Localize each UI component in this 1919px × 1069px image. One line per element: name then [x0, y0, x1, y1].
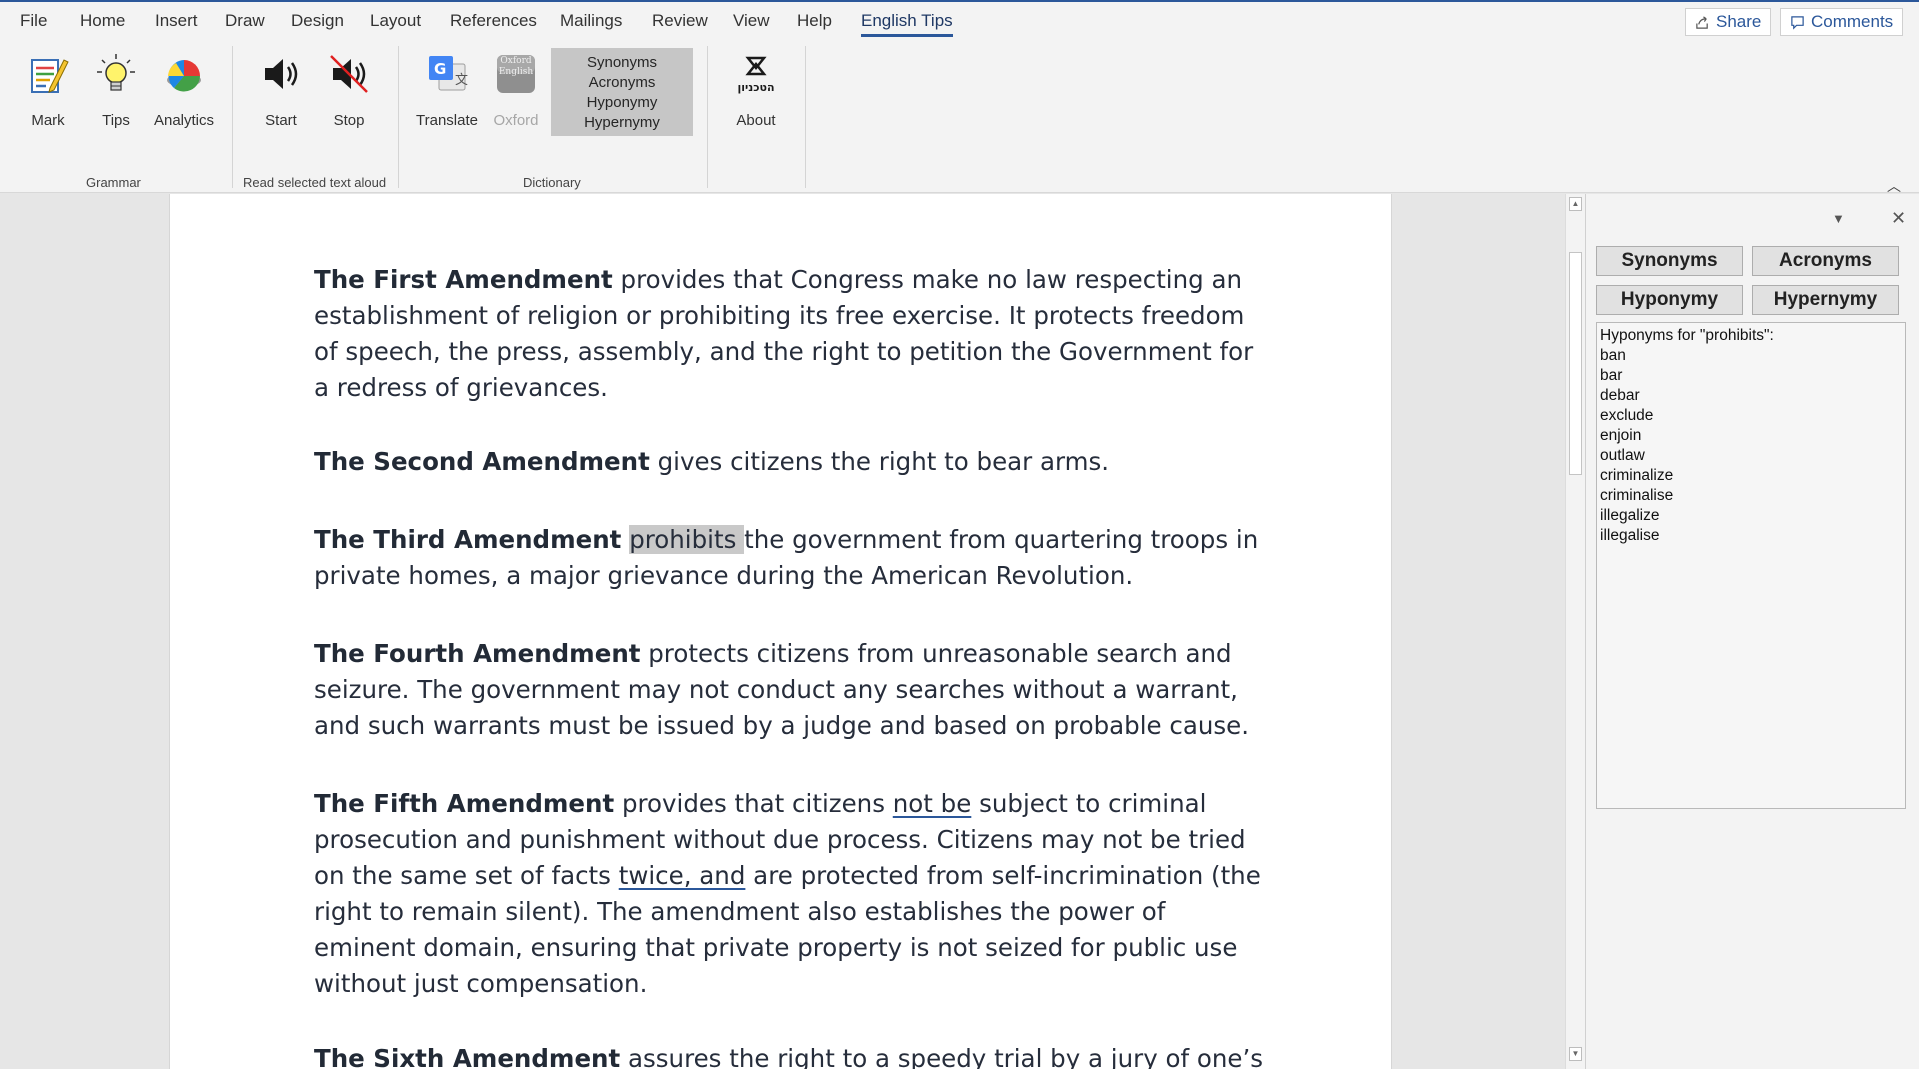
grammar-flag[interactable]: not be	[893, 789, 972, 818]
result-item: exclude	[1600, 407, 1654, 424]
mark-icon	[31, 59, 69, 93]
menu-bar: File Home Insert Draw Design Layout Refe…	[0, 0, 1919, 40]
oxford-icon-text: Oxford English	[498, 56, 534, 77]
svg-text:G: G	[434, 60, 446, 78]
share-label: Share	[1716, 12, 1762, 31]
tab-layout[interactable]: Layout	[370, 11, 421, 31]
result-item: enjoin	[1600, 427, 1642, 444]
tab-draw[interactable]: Draw	[225, 11, 265, 31]
scroll-thumb[interactable]	[1569, 252, 1582, 475]
document-area: The First Amendment provides that Congre…	[0, 194, 1565, 1069]
collapse-ribbon-chevron-icon[interactable]: ︿	[1887, 176, 1901, 196]
acronyms-button[interactable]: Acronyms	[1752, 246, 1899, 276]
stop-label: Stop	[333, 112, 365, 129]
tab-home[interactable]: Home	[80, 11, 125, 31]
scroll-down-arrow-icon[interactable]: ▼	[1569, 1047, 1582, 1061]
comments-label: Comments	[1811, 12, 1894, 31]
paragraph-text: assures the right to a speedy trial by a…	[620, 1044, 1264, 1069]
tab-references[interactable]: References	[450, 11, 537, 31]
oxford-button[interactable]: Oxford English Oxford	[484, 52, 548, 142]
heading-second-amendment: The Second Amendment	[314, 447, 650, 476]
grammar-group-label: Grammar	[86, 175, 141, 190]
lightbulb-icon	[97, 54, 135, 91]
tab-file[interactable]: File	[20, 11, 47, 31]
svg-text:文: 文	[455, 73, 468, 88]
english-tips-pane: ▼ ✕ Synonyms Acronyms Hyponymy Hypernymy…	[1585, 194, 1919, 1069]
comments-button[interactable]: Comments	[1780, 8, 1904, 36]
paragraph-sixth-amendment: The Sixth Amendment assures the right to…	[314, 1041, 1264, 1069]
paragraph-first-amendment: The First Amendment provides that Congre…	[314, 262, 1264, 406]
ribbon: Mark Tips Analytics Grammar Start Stop R…	[0, 40, 1919, 196]
close-pane-icon[interactable]: ✕	[1891, 208, 1906, 229]
heading-third-amendment: The Third Amendment	[314, 525, 622, 554]
synonyms-button[interactable]: Synonyms	[1596, 246, 1743, 276]
result-item: bar	[1600, 367, 1623, 384]
share-button[interactable]: Share	[1685, 8, 1772, 36]
tab-review[interactable]: Review	[652, 11, 708, 31]
tab-english-tips[interactable]: English Tips	[861, 11, 953, 37]
result-item: illegalize	[1600, 507, 1660, 524]
paragraph-fifth-amendment: The Fifth Amendment provides that citize…	[314, 786, 1264, 1002]
pie-chart-icon	[167, 60, 201, 92]
grammar-flag[interactable]: twice, and	[619, 861, 746, 890]
ribbon-separator	[805, 46, 806, 188]
result-item: ban	[1600, 347, 1626, 364]
dictionary-mode-list[interactable]: Synonyms Acronyms Hyponymy Hypernymy	[551, 48, 693, 136]
heading-fourth-amendment: The Fourth Amendment	[314, 639, 641, 668]
hypernymy-button[interactable]: Hypernymy	[1752, 285, 1899, 315]
tab-design[interactable]: Design	[291, 11, 344, 31]
translate-icon: 文 G	[429, 56, 468, 91]
heading-fifth-amendment: The Fifth Amendment	[314, 789, 615, 818]
vertical-scrollbar[interactable]: ▲ ▼	[1565, 194, 1585, 1069]
tab-view[interactable]: View	[733, 11, 770, 31]
document-page[interactable]: The First Amendment provides that Congre…	[169, 194, 1392, 1069]
technion-logo-text: הטכניון	[737, 81, 775, 94]
selected-word[interactable]: prohibits	[629, 525, 745, 554]
dictionary-option-hypernymy[interactable]: Hypernymy	[551, 113, 693, 133]
comment-icon	[1791, 15, 1804, 30]
result-item: illegalise	[1600, 527, 1660, 544]
speaker-mute-icon	[330, 55, 368, 93]
paragraph-second-amendment: The Second Amendment gives citizens the …	[314, 444, 1264, 480]
dictionary-group-label: Dictionary	[523, 175, 581, 190]
paragraph-fourth-amendment: The Fourth Amendment protects citizens f…	[314, 636, 1264, 744]
result-item: outlaw	[1600, 447, 1645, 464]
paragraph-text: provides that citizens	[614, 789, 893, 818]
result-item: debar	[1600, 387, 1640, 404]
scroll-up-arrow-icon[interactable]: ▲	[1569, 197, 1582, 211]
paragraph-text: gives citizens the right to bear arms.	[649, 447, 1110, 476]
tab-insert[interactable]: Insert	[155, 11, 198, 31]
share-icon	[1696, 15, 1708, 29]
results-title: Hyponyms for "prohibits":	[1600, 327, 1774, 344]
results-textbox[interactable]: Hyponyms for "prohibits": ban bar debar …	[1596, 322, 1906, 809]
hyponymy-button[interactable]: Hyponymy	[1596, 285, 1743, 315]
about-label: About	[736, 112, 776, 129]
heading-first-amendment: The First Amendment	[314, 265, 613, 294]
heading-sixth-amendment: The Sixth Amendment	[314, 1044, 621, 1069]
about-button[interactable]: הטכניון About	[724, 52, 788, 142]
speaker-icon	[265, 59, 298, 89]
pane-options-chevron-down-icon[interactable]: ▼	[1832, 211, 1845, 226]
result-item: criminalize	[1600, 467, 1674, 484]
analytics-label: Analytics	[153, 112, 215, 129]
speech-group-label: Read selected text aloud	[243, 175, 387, 190]
dictionary-option-hyponymy[interactable]: Hyponymy	[551, 93, 693, 113]
analytics-button[interactable]: Analytics	[152, 52, 216, 142]
dictionary-option-acronyms[interactable]: Acronyms	[551, 73, 693, 93]
tab-help[interactable]: Help	[797, 11, 832, 31]
dictionary-option-synonyms[interactable]: Synonyms	[551, 53, 693, 73]
paragraph-third-amendment: The Third Amendment prohibits the govern…	[314, 522, 1264, 594]
stop-button[interactable]: Stop	[317, 52, 381, 142]
result-item: criminalise	[1600, 487, 1674, 504]
tab-mailings[interactable]: Mailings	[560, 11, 622, 31]
